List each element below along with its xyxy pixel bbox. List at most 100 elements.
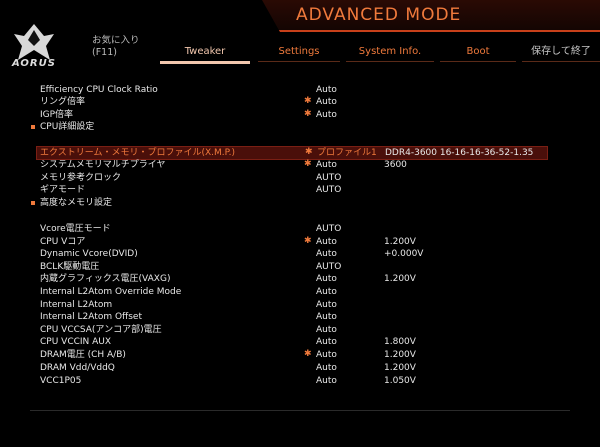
- setting-value: Auto: [316, 350, 337, 360]
- setting-row-xmp-profile[interactable]: エクストリーム・メモリ・プロファイル(X.M.P.) ✱ プロファイル1 DDR…: [36, 146, 548, 160]
- tab-underline: [522, 61, 600, 62]
- submenu-bullet-icon: [31, 201, 35, 205]
- setting-value: AUTO: [316, 262, 342, 272]
- setting-label: CPU VCCSA(アンコア部)電圧: [40, 325, 162, 335]
- submenu-bullet-icon: [31, 125, 35, 129]
- setting-row-efficiency-cpu-ratio[interactable]: Efficiency CPU Clock Ratio Auto: [0, 84, 600, 96]
- setting-row-dram-voltage[interactable]: DRAM電圧 (CH A/B) ✱ Auto 1.200V: [0, 349, 600, 361]
- setting-label: IGP倍率: [40, 110, 74, 120]
- submenu-cpu-advanced[interactable]: CPU詳細設定: [0, 121, 600, 133]
- setting-row-cpu-vcore[interactable]: CPU Vコア ✱ Auto 1.200V: [0, 236, 600, 248]
- setting-value: AUTO: [316, 173, 342, 183]
- setting-label: 高度なメモリ設定: [40, 198, 113, 208]
- setting-row-l2atom-override[interactable]: Internal L2Atom Override Mode Auto: [0, 286, 600, 298]
- setting-row-dram-vdd[interactable]: DRAM Vdd/VddQ Auto 1.200V: [0, 362, 600, 374]
- setting-extra: +0.000V: [384, 249, 424, 259]
- favorites-key: (F11): [92, 47, 117, 58]
- setting-value: Auto: [316, 312, 337, 322]
- setting-extra: 1.050V: [384, 376, 416, 386]
- tab-bar: Tweaker Settings System Info. Boot 保存して終…: [160, 44, 600, 64]
- setting-value: AUTO: [316, 185, 342, 195]
- setting-label: Internal L2Atom: [40, 300, 113, 310]
- setting-value: プロファイル1: [317, 148, 377, 158]
- tab-label: System Info.: [358, 46, 422, 57]
- mode-banner[interactable]: ADVANCED MODE: [262, 0, 600, 32]
- setting-row-vccin-aux[interactable]: CPU VCCIN AUX Auto 1.800V: [0, 336, 600, 348]
- setting-extra: 1.200V: [384, 274, 416, 284]
- submenu-advanced-memory[interactable]: 高度なメモリ設定: [0, 197, 600, 209]
- setting-label: Internal L2Atom Offset: [40, 312, 142, 322]
- setting-row-ring-ratio[interactable]: リング倍率 ✱ Auto: [0, 96, 600, 108]
- setting-row-vccsa[interactable]: CPU VCCSA(アンコア部)電圧 Auto: [0, 324, 600, 336]
- setting-value: AUTO: [316, 224, 342, 234]
- setting-value: Auto: [316, 325, 337, 335]
- setting-row-bclk-voltage[interactable]: BCLK駆動電圧 AUTO: [0, 261, 600, 273]
- setting-label: CPU VCCIN AUX: [40, 337, 112, 347]
- setting-row-l2atom-offset[interactable]: Internal L2Atom Offset Auto: [0, 311, 600, 323]
- tab-label: Tweaker: [184, 46, 226, 57]
- tab-label: Settings: [278, 46, 320, 57]
- setting-value: Auto: [316, 85, 337, 95]
- setting-label: Dynamic Vcore(DVID): [40, 249, 138, 259]
- setting-value: Auto: [316, 274, 337, 284]
- setting-value: Auto: [316, 376, 337, 386]
- setting-label: DRAM電圧 (CH A/B): [40, 350, 126, 360]
- save-exit-button[interactable]: 保存して終了: [522, 44, 600, 64]
- tab-underline: [346, 61, 434, 62]
- setting-label: DRAM Vdd/VddQ: [40, 363, 115, 373]
- setting-label: エクストリーム・メモリ・プロファイル(X.M.P.): [40, 148, 236, 158]
- setting-row-igp-ratio[interactable]: IGP倍率 ✱ Auto: [0, 109, 600, 121]
- tab-underline: [160, 61, 250, 64]
- modified-star-icon: ✱: [304, 159, 312, 169]
- setting-value: Auto: [316, 110, 337, 120]
- setting-row-l2atom[interactable]: Internal L2Atom Auto: [0, 299, 600, 311]
- setting-row-vaxg[interactable]: 内蔵グラフィックス電圧(VAXG) Auto 1.200V: [0, 273, 600, 285]
- setting-label: VCC1P05: [40, 376, 82, 386]
- setting-extra: DDR4-3600 16-16-16-36-52-1.35: [385, 148, 534, 158]
- setting-extra: 3600: [384, 160, 407, 170]
- setting-extra: 1.200V: [384, 350, 416, 360]
- modified-star-icon: ✱: [304, 96, 312, 106]
- setting-row-memory-ref-clock[interactable]: メモリ参考クロック AUTO: [0, 172, 600, 184]
- modified-star-icon: ✱: [304, 109, 312, 119]
- tab-system-info[interactable]: System Info.: [346, 44, 434, 64]
- setting-extra: 1.200V: [384, 363, 416, 373]
- setting-row-vcc1p05[interactable]: VCC1P05 Auto 1.050V: [0, 375, 600, 387]
- tab-tweaker[interactable]: Tweaker: [160, 44, 250, 64]
- tab-settings[interactable]: Settings: [258, 44, 340, 64]
- setting-value: Auto: [316, 337, 337, 347]
- setting-label: Vcore電圧モード: [40, 224, 111, 234]
- setting-row-dynamic-vcore[interactable]: Dynamic Vcore(DVID) Auto +0.000V: [0, 248, 600, 260]
- setting-row-memory-multiplier[interactable]: システムメモリマルチプライヤ ✱ Auto 3600: [0, 159, 600, 171]
- logo-text: AORUS: [12, 58, 56, 69]
- setting-label: Efficiency CPU Clock Ratio: [40, 85, 158, 95]
- setting-label: リング倍率: [40, 97, 86, 107]
- setting-label: 内蔵グラフィックス電圧(VAXG): [40, 274, 171, 284]
- setting-extra: 1.800V: [384, 337, 416, 347]
- setting-value: Auto: [316, 300, 337, 310]
- setting-value: Auto: [316, 160, 337, 170]
- footer-divider: [30, 410, 570, 411]
- setting-value: Auto: [316, 363, 337, 373]
- setting-label: BCLK駆動電圧: [40, 262, 100, 272]
- setting-value: Auto: [316, 97, 337, 107]
- modified-star-icon: ✱: [305, 147, 313, 157]
- setting-label: CPU Vコア: [40, 237, 86, 247]
- settings-list: Efficiency CPU Clock Ratio Auto リング倍率 ✱ …: [0, 80, 600, 410]
- tab-boot[interactable]: Boot: [440, 44, 516, 64]
- save-exit-label: 保存して終了: [531, 46, 591, 57]
- setting-label: システムメモリマルチプライヤ: [40, 160, 166, 170]
- setting-row-gear-mode[interactable]: ギアモード AUTO: [0, 184, 600, 196]
- setting-label: CPU詳細設定: [40, 122, 95, 132]
- setting-label: Internal L2Atom Override Mode: [40, 287, 182, 297]
- modified-star-icon: ✱: [304, 349, 312, 359]
- mode-title: ADVANCED MODE: [296, 5, 462, 25]
- setting-label: メモリ参考クロック: [40, 173, 122, 183]
- tab-underline: [440, 61, 516, 62]
- modified-star-icon: ✱: [304, 236, 312, 246]
- header: AORUS ADVANCED MODE お気に入り (F11) Tweaker …: [0, 0, 600, 72]
- setting-label: ギアモード: [40, 185, 86, 195]
- setting-value: Auto: [316, 237, 337, 247]
- favorites-button[interactable]: お気に入り (F11): [92, 35, 140, 59]
- setting-row-vcore-mode[interactable]: Vcore電圧モード AUTO: [0, 223, 600, 235]
